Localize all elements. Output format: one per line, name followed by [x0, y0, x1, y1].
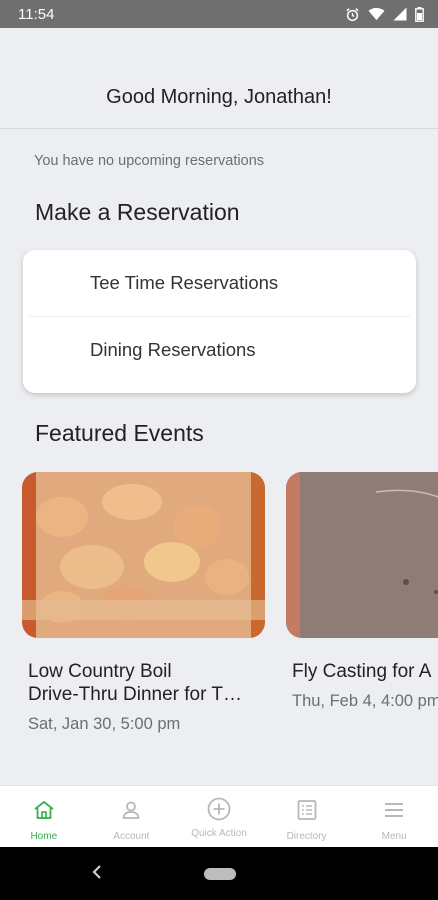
wifi-icon: [368, 7, 385, 21]
nav-item-account[interactable]: Account: [88, 786, 176, 847]
home-pill-button[interactable]: [204, 868, 236, 880]
signal-icon: [393, 7, 407, 21]
nav-label-home: Home: [30, 831, 58, 842]
event-title-line2: Drive-Thru Dinner for T…: [28, 684, 242, 705]
no-reservations-notice: You have no upcoming reservations: [34, 153, 265, 169]
nav-item-home[interactable]: Home: [0, 786, 88, 847]
greeting-header: Good Morning, Jonathan!: [0, 28, 438, 129]
bottom-nav: Home Account Quick Action Directory Menu: [0, 785, 438, 847]
home-icon: [33, 800, 55, 825]
tee-time-reservations-button[interactable]: Tee Time Reservations: [23, 250, 416, 316]
android-system-nav: [0, 847, 438, 900]
event-title-line1: Low Country Boil: [28, 661, 172, 682]
greeting-text: Good Morning, Jonathan!: [106, 86, 332, 108]
nav-label-account: Account: [113, 831, 150, 842]
event-card-fly-casting[interactable]: Fly Casting for A Thu, Feb 4, 4:00 pm: [286, 472, 438, 711]
nav-item-directory[interactable]: Directory: [263, 786, 351, 847]
make-reservation-title: Make a Reservation: [35, 199, 240, 225]
account-icon: [120, 800, 142, 825]
nav-label-quick-action: Quick Action: [191, 828, 247, 839]
event-title-line1: Fly Casting for A: [292, 661, 432, 682]
nav-item-quick-action[interactable]: Quick Action: [175, 786, 263, 847]
directory-icon: [296, 800, 318, 825]
back-icon[interactable]: [90, 863, 104, 886]
event-image-fly-casting[interactable]: [286, 472, 438, 638]
status-time: 11:54: [18, 5, 55, 23]
event-date: Sat, Jan 30, 5:00 pm: [28, 715, 181, 733]
dining-reservations-button[interactable]: Dining Reservations: [23, 317, 416, 383]
nav-item-menu[interactable]: Menu: [350, 786, 438, 847]
event-date: Thu, Feb 4, 4:00 pm: [292, 692, 438, 710]
featured-events-title: Featured Events: [35, 420, 204, 446]
event-card-low-country-boil[interactable]: Low Country Boil Drive-Thru Dinner for T…: [22, 472, 265, 734]
event-image-seafood-boil[interactable]: [22, 472, 265, 638]
nav-label-directory: Directory: [286, 831, 327, 842]
menu-icon: [383, 800, 405, 825]
status-bar: 11:54: [0, 0, 438, 28]
nav-label-menu: Menu: [381, 831, 407, 842]
reservation-card: Tee Time Reservations Dining Reservation…: [23, 250, 416, 393]
alarm-icon: [345, 7, 360, 22]
plus-circle-icon: [207, 797, 231, 826]
battery-icon: [415, 6, 424, 22]
events-carousel[interactable]: Low Country Boil Drive-Thru Dinner for T…: [22, 472, 438, 752]
status-icons: [345, 6, 424, 22]
